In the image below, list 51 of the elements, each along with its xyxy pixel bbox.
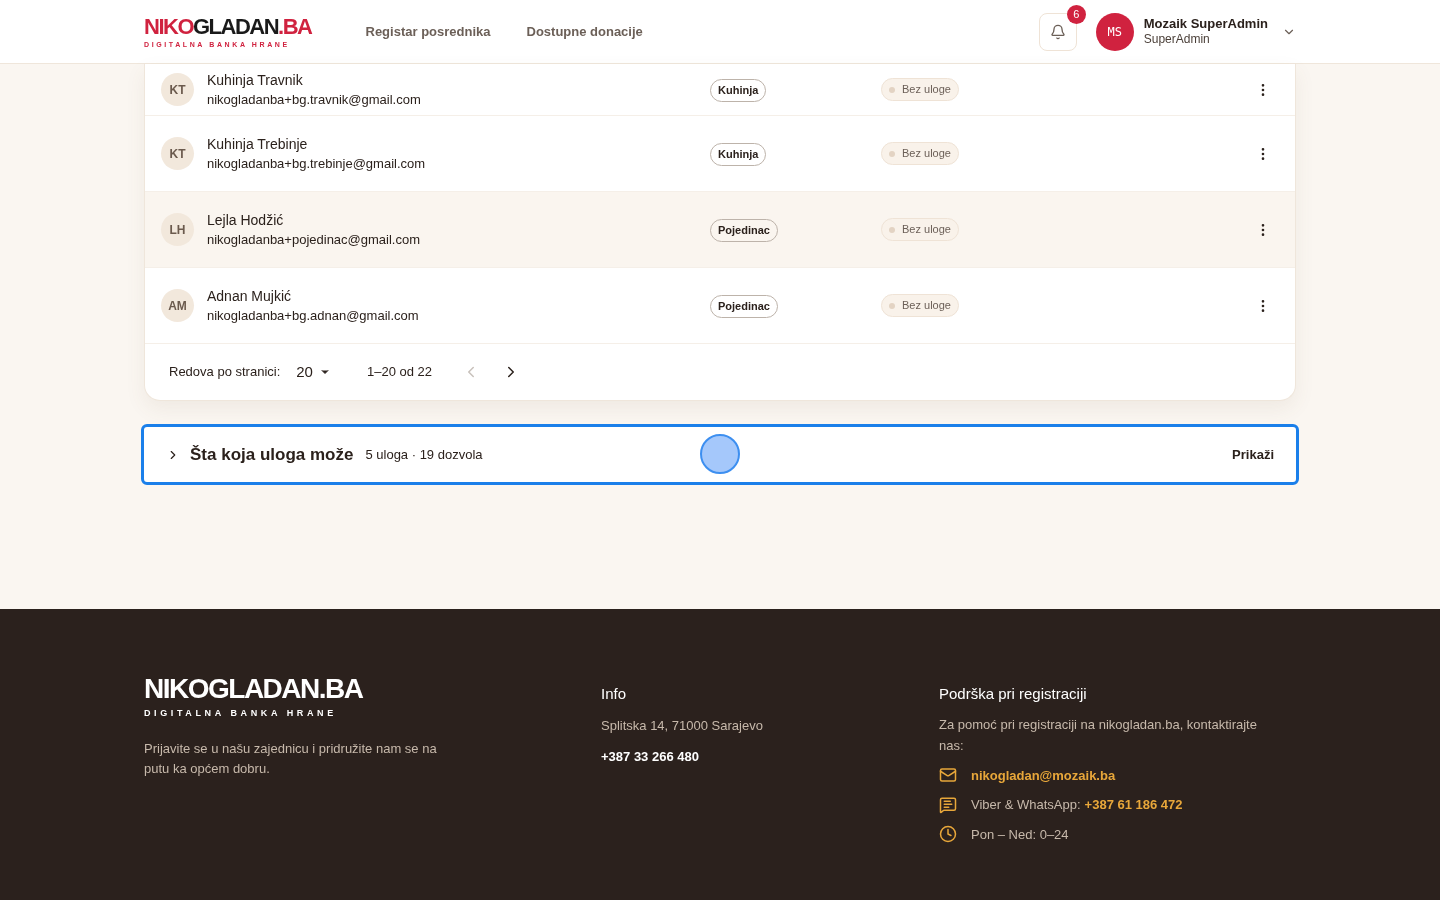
user-role: SuperAdmin bbox=[1143, 32, 1211, 48]
clock-icon bbox=[939, 825, 957, 844]
contact-value[interactable]: nikogladan@mozaik.ba bbox=[971, 765, 1116, 785]
rows-per-page-label: Redova po stranici: bbox=[169, 363, 281, 382]
role-tag: Bez uloge bbox=[881, 142, 959, 165]
logo-wordmark: NIKOGLADAN.BA bbox=[144, 15, 312, 39]
phone: +387 33 266 480 bbox=[601, 748, 700, 766]
user-initials: AM bbox=[161, 289, 194, 322]
user-email: nikogladanba+bg.travnik@gmail.com bbox=[207, 90, 422, 109]
envelope-icon bbox=[939, 766, 957, 785]
roles-panel[interactable]: Šta koja uloga može 5 uloga · 19 dozvola Prikaži bbox=[141, 424, 1299, 485]
click-indicator bbox=[700, 434, 740, 474]
user-row[interactable]: AM Adnan Mujkić nikogladanba+bg.adnan@gmail.com Pojedinac Bez uloge bbox=[145, 268, 1295, 344]
user-name: Lejla Hodžić bbox=[207, 210, 285, 230]
user-row[interactable]: KT Kuhinja Trebinje nikogladanba+bg.trebinje@gmail.com Kuhinja Bez uloge bbox=[145, 116, 1295, 192]
role-tag: Bez uloge bbox=[881, 78, 959, 101]
roles-title: Šta koja uloga može bbox=[190, 443, 354, 466]
notification-count: 6 bbox=[1066, 4, 1086, 24]
roles-summary: 5 uloga · 19 dozvola bbox=[365, 445, 483, 464]
role-tag: Bez uloge bbox=[881, 294, 959, 317]
user-initials: LH bbox=[161, 213, 194, 246]
user-name: Kuhinja Travnik bbox=[207, 70, 304, 90]
bell-icon bbox=[1049, 23, 1066, 40]
rows-per-page-select[interactable]: 20 bbox=[296, 360, 331, 384]
user-avatar[interactable]: MS bbox=[1095, 12, 1134, 51]
address: Splitska 14, 71000 Sarajevo bbox=[601, 716, 764, 735]
user-initials: KT bbox=[161, 73, 194, 106]
user-row[interactable]: LH Lejla Hodžić nikogladanba+pojedinac@gmail.com Pojedinac Bez uloge bbox=[145, 192, 1295, 268]
support-title: Podrška pri registraciji bbox=[939, 684, 1088, 704]
user-name: Adnan Mujkić bbox=[207, 286, 293, 306]
footer-logo-tagline: DIGITALNA BANKA HRANE bbox=[144, 707, 338, 720]
contact-value[interactable]: +387 61 186 472 bbox=[1084, 795, 1183, 815]
support-text: Za pomoć pri registraciji na nikogladan.ba, kontaktirajte nas: bbox=[939, 715, 1258, 755]
nav-link[interactable]: Dostupne donacije bbox=[526, 21, 643, 42]
user-email: nikogladanba+bg.trebinje@gmail.com bbox=[207, 154, 427, 173]
user-name: Mozaik SuperAdmin bbox=[1143, 15, 1268, 33]
contact-value: Pon – Ned: 0–24 bbox=[971, 825, 1069, 844]
footer-about: Prijavite se u našu zajednicu i pridružite nam se na putu ka općem dobru. bbox=[144, 739, 438, 778]
contact-label: Viber & WhatsApp: bbox=[971, 796, 1081, 814]
user-row[interactable]: KT Kuhinja Travnik nikogladanba+bg.travnik@gmail.com Kuhinja Bez uloge bbox=[145, 64, 1295, 116]
user-email: nikogladanba+bg.adnan@gmail.com bbox=[207, 306, 420, 325]
nav-link[interactable]: Registar posrednika bbox=[365, 21, 491, 42]
footer-logo-wordmark: NIKOGLADAN.BA bbox=[144, 673, 364, 705]
page-range: 1–20 od 22 bbox=[366, 363, 433, 382]
role-tag: Bez uloge bbox=[881, 218, 959, 241]
user-initials: KT bbox=[161, 137, 194, 170]
info-title: Info bbox=[601, 684, 628, 704]
chat-icon bbox=[939, 795, 957, 814]
show-link[interactable]: Prikaži bbox=[1232, 444, 1274, 465]
user-email: nikogladanba+pojedinac@gmail.com bbox=[207, 230, 422, 249]
user-name: Kuhinja Trebinje bbox=[207, 134, 309, 154]
